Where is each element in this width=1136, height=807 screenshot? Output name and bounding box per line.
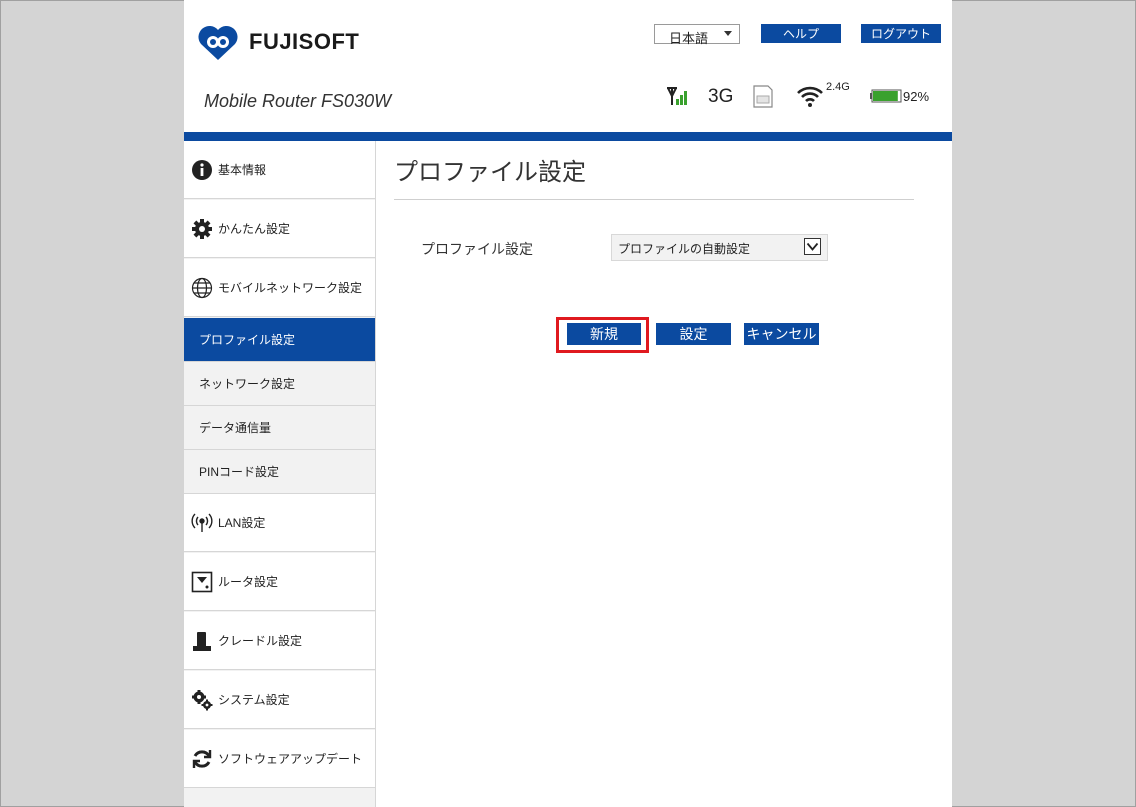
refresh-icon <box>191 748 213 770</box>
model-name: Mobile Router FS030W <box>204 91 392 111</box>
sidebar-item-data-usage[interactable]: データ通信量 <box>184 406 375 450</box>
network-type-label: 3G <box>708 86 734 107</box>
gear-icon <box>191 218 213 240</box>
cradle-icon <box>191 630 213 652</box>
wifi-band-label: 2.4G <box>826 81 850 93</box>
brand-name: FUJISOFT <box>249 29 360 54</box>
set-button[interactable]: 設定 <box>656 323 731 345</box>
sidebar-item-network-settings[interactable]: ネットワーク設定 <box>184 362 375 406</box>
sidebar-item-label: LAN設定 <box>218 516 266 530</box>
logout-button[interactable]: ログアウト <box>861 24 941 43</box>
sidebar-item-mobile-network[interactable]: モバイルネットワーク設定 <box>184 259 375 317</box>
sidebar-item-software-update[interactable]: ソフトウェアアップデート <box>184 730 375 788</box>
sidebar-item-label: ソフトウェアアップデート <box>218 752 363 766</box>
sidebar-item-label: システム設定 <box>218 693 290 707</box>
sidebar: 基本情報 かんたん設定 モバイルネットワーク設定 プロファイル設定 ネットワーク… <box>184 141 376 807</box>
sim-card-icon <box>753 85 773 108</box>
sidebar-item-label: クレードル設定 <box>218 634 303 648</box>
sidebar-item-easy-setup[interactable]: かんたん設定 <box>184 200 375 258</box>
language-value: 日本語 <box>669 31 709 46</box>
sidebar-item-system-settings[interactable]: システム設定 <box>184 671 375 729</box>
globe-icon <box>191 277 213 299</box>
new-button[interactable]: 新規 <box>567 323 641 345</box>
gears-icon <box>191 689 213 711</box>
cancel-button[interactable]: キャンセル <box>744 323 819 345</box>
wifi-icon <box>797 86 823 107</box>
help-button[interactable]: ヘルプ <box>761 24 841 43</box>
router-icon <box>191 571 213 593</box>
sidebar-item-label: モバイルネットワーク設定 <box>218 281 363 295</box>
sidebar-item-label: ネットワーク設定 <box>199 377 296 391</box>
sidebar-item-label: プロファイル設定 <box>199 333 296 347</box>
sidebar-item-lan-settings[interactable]: LAN設定 <box>184 494 375 552</box>
page-title: プロファイル設定 <box>394 159 586 186</box>
title-divider <box>394 199 914 200</box>
router-page: FUJISOFT Mobile Router FS030W 日本語 ヘルプ ログ… <box>184 0 952 807</box>
profile-select[interactable]: プロファイルの自動設定 <box>611 234 828 261</box>
chevron-down-icon <box>804 238 821 255</box>
battery-percent-label: 92% <box>903 89 930 104</box>
language-select[interactable]: 日本語 <box>654 24 740 46</box>
sidebar-item-profile-settings[interactable]: プロファイル設定 <box>184 318 375 362</box>
battery-icon <box>870 89 902 103</box>
sidebar-item-label: データ通信量 <box>199 421 272 435</box>
sidebar-item-pin-settings[interactable]: PINコード設定 <box>184 450 375 494</box>
antenna-icon <box>191 512 213 534</box>
sidebar-item-label: かんたん設定 <box>218 222 291 236</box>
sidebar-item-router-settings[interactable]: ルータ設定 <box>184 553 375 611</box>
profile-select-value: プロファイルの自動設定 <box>618 242 751 256</box>
info-icon <box>191 159 213 181</box>
fujisoft-logo-icon <box>198 25 238 61</box>
profile-field-label: プロファイル設定 <box>421 241 533 257</box>
sidebar-item-basic-info[interactable]: 基本情報 <box>184 141 375 199</box>
header-divider-bar <box>184 132 952 141</box>
signal-antenna-icon <box>667 87 687 105</box>
sidebar-item-cradle-settings[interactable]: クレードル設定 <box>184 612 375 670</box>
sidebar-item-label: 基本情報 <box>218 163 267 177</box>
chevron-down-icon <box>724 31 732 36</box>
sidebar-item-label: PINコード設定 <box>199 465 280 479</box>
brand-logo: FUJISOFT <box>195 22 359 62</box>
sidebar-item-label: ルータ設定 <box>218 575 279 589</box>
